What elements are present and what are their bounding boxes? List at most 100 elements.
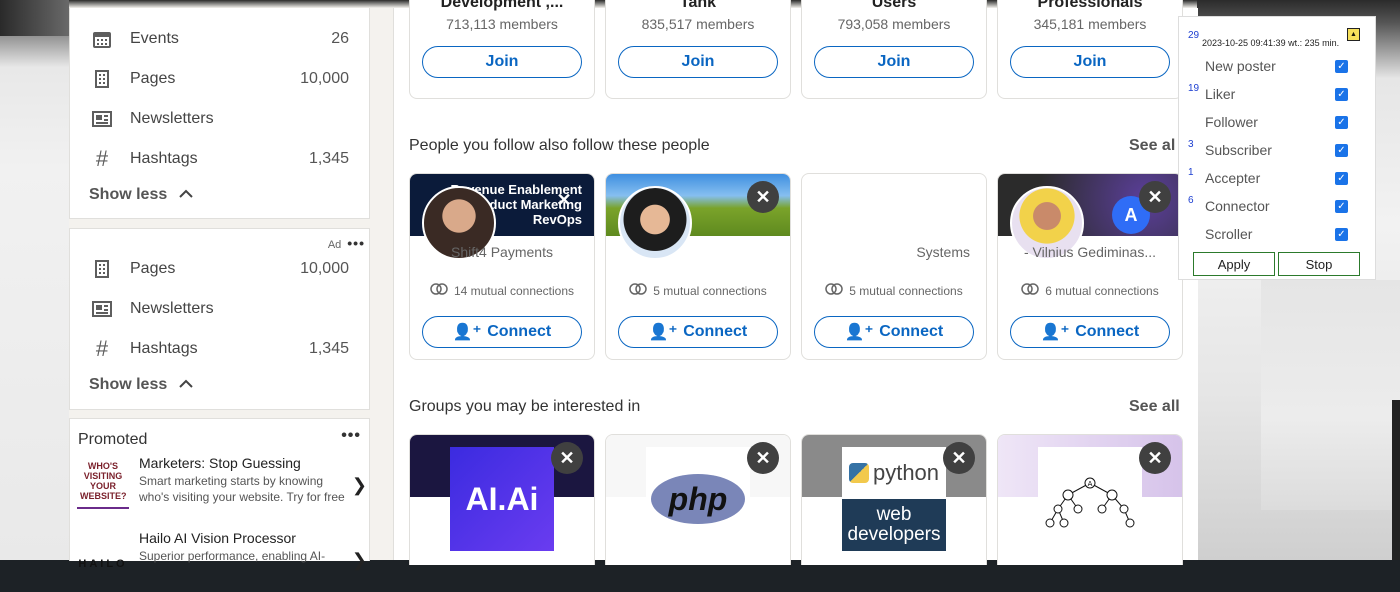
filter-panel: 29 2023-10-25 09:41:39 wt.: 235 min. ▲ 1…: [1178, 16, 1376, 280]
nav-card-top: Events 26 Pages 10,000 Newsletters # Has…: [69, 8, 370, 219]
promo-item[interactable]: WHO'S VISITING YOUR WEBSITE? Marketers: …: [77, 455, 367, 517]
close-icon[interactable]: ✕: [1139, 181, 1171, 213]
close-icon[interactable]: ✕: [747, 181, 779, 213]
mutual-count: 6 mutual connections: [1045, 283, 1159, 298]
promo-logo-text: HAILO: [78, 558, 128, 570]
connect-button[interactable]: 👤⁺ Connect: [814, 316, 974, 348]
nav-item-events[interactable]: Events 26: [70, 19, 369, 59]
join-button[interactable]: Join: [422, 46, 582, 78]
more-options-icon[interactable]: •••: [341, 427, 361, 445]
group-logo-sub: web developers: [842, 499, 946, 551]
join-button[interactable]: Join: [618, 46, 778, 78]
nav-item-label: Pages: [130, 260, 176, 277]
group-card[interactable]: Tank 835,517 members Join: [605, 0, 791, 99]
group-logo-text: python: [872, 460, 940, 485]
person-card[interactable]: Systems 5 mutual connections 👤⁺ Connect: [801, 173, 987, 360]
person-card[interactable]: A ✕ - Vilnius Gediminas... 6 mutual conn…: [997, 173, 1183, 360]
group-card[interactable]: Professionals 345,181 members Join: [997, 0, 1183, 99]
nav-item-count: 10,000: [300, 70, 349, 87]
group-card[interactable]: Development ,... 713,113 members Join: [409, 0, 595, 99]
calendar-icon: [92, 29, 112, 49]
chevron-up-icon: [179, 186, 193, 204]
chevron-right-icon[interactable]: ❯: [352, 475, 367, 496]
option-label: Follower: [1205, 114, 1258, 130]
mutual-connections: 5 mutual connections: [606, 283, 790, 298]
ad-label-row: Ad •••: [70, 235, 365, 251]
close-icon[interactable]: ✕: [747, 442, 779, 474]
connect-button[interactable]: 👤⁺ Connect: [618, 316, 778, 348]
mutual-connections: 5 mutual connections: [802, 283, 986, 298]
promo-desc: Smart marketing starts by knowing who's …: [139, 474, 345, 504]
nav-item-newsletters[interactable]: Newsletters: [70, 289, 369, 329]
person-description: Systems: [916, 244, 970, 260]
close-icon[interactable]: ✕: [1139, 442, 1171, 474]
nav-item-pages[interactable]: Pages 10,000: [70, 249, 369, 289]
panel-counter: 1: [1188, 167, 1194, 178]
see-all-link[interactable]: See al: [1129, 137, 1175, 155]
section-title: People you follow also follow these peop…: [409, 137, 710, 154]
checkbox-scroller[interactable]: ✓: [1335, 228, 1348, 241]
add-person-icon: 👤⁺: [648, 324, 678, 341]
promoted-title: Promoted: [78, 431, 148, 448]
person-description: - Vilnius Gediminas...: [1023, 244, 1156, 260]
connect-label: Connect: [683, 323, 748, 340]
checkbox-follower[interactable]: ✓: [1335, 116, 1348, 129]
connect-button[interactable]: 👤⁺ Connect: [1010, 316, 1170, 348]
stop-button[interactable]: Stop: [1278, 252, 1360, 276]
mutual-count: 5 mutual connections: [849, 283, 963, 298]
left-sidebar: Events 26 Pages 10,000 Newsletters # Has…: [69, 8, 370, 570]
panel-counter: 29: [1188, 30, 1200, 41]
checkbox-subscriber[interactable]: ✓: [1335, 144, 1348, 157]
show-less-button[interactable]: Show less: [89, 376, 193, 394]
mutual-count: 5 mutual connections: [653, 283, 767, 298]
option-label: Accepter: [1205, 170, 1261, 186]
checkbox-connector[interactable]: ✓: [1335, 200, 1348, 213]
close-icon[interactable]: ✕: [943, 442, 975, 474]
nav-item-pages[interactable]: Pages 10,000: [70, 59, 369, 99]
checkbox-accepter[interactable]: ✓: [1335, 172, 1348, 185]
nav-item-hashtags[interactable]: # Hashtags 1,345: [70, 139, 369, 179]
group-card[interactable]: AI.Ai ✕: [409, 434, 595, 565]
avatar[interactable]: [618, 186, 692, 260]
person-description: Shift4 Payments: [451, 244, 553, 260]
close-icon[interactable]: ✕: [551, 442, 583, 474]
group-card[interactable]: A ✕: [997, 434, 1183, 565]
checkbox-liker[interactable]: ✓: [1335, 88, 1348, 101]
group-name: Development ,...: [440, 0, 564, 11]
group-logo-text: A: [1088, 480, 1093, 488]
nav-item-newsletters[interactable]: Newsletters: [70, 99, 369, 139]
mutual-connections-icon: [430, 283, 448, 298]
join-button[interactable]: Join: [1010, 46, 1170, 78]
promo-logo: WHO'S VISITING YOUR WEBSITE?: [77, 455, 129, 509]
promo-logo: HAILO: [77, 530, 129, 582]
chevron-right-icon[interactable]: ❯: [352, 550, 367, 571]
group-card[interactable]: python web developers ✕: [801, 434, 987, 565]
nav-item-label: Hashtags: [130, 150, 198, 167]
checkbox-new-poster[interactable]: ✓: [1335, 60, 1348, 73]
group-members: 345,181 members: [1033, 16, 1147, 32]
group-card[interactable]: Users 793,058 members Join: [801, 0, 987, 99]
hashtag-icon: #: [95, 146, 109, 171]
tree-diagram-icon: A: [1045, 477, 1135, 528]
join-button[interactable]: Join: [814, 46, 974, 78]
show-less-button[interactable]: Show less: [89, 186, 193, 204]
person-card[interactable]: ✕ 5 mutual connections 👤⁺ Connect: [605, 173, 791, 360]
panel-counter: 6: [1188, 195, 1194, 206]
mutual-connections: 6 mutual connections: [998, 283, 1182, 298]
add-person-icon: 👤⁺: [452, 324, 482, 341]
group-logo-text: AI.Ai: [465, 480, 539, 517]
group-card[interactable]: php ✕: [605, 434, 791, 565]
see-all-link[interactable]: See all: [1129, 398, 1180, 416]
promo-item[interactable]: HAILO Hailo AI Vision Processor Superior…: [77, 530, 367, 592]
close-icon[interactable]: ✕: [548, 184, 580, 216]
person-card[interactable]: Revenue Enablement Product Marketing Rev…: [409, 173, 595, 360]
nav-item-hashtags[interactable]: # Hashtags 1,345: [70, 329, 369, 369]
group-name: Users: [871, 0, 917, 11]
connect-button[interactable]: 👤⁺ Connect: [422, 316, 582, 348]
mutual-connections: 14 mutual connections: [410, 283, 594, 298]
nav-item-label: Newsletters: [130, 300, 214, 317]
panel-counter: 19: [1188, 83, 1200, 94]
apply-button[interactable]: Apply: [1193, 252, 1275, 276]
php-oval: php: [651, 474, 745, 524]
collapse-toggle-icon[interactable]: ▲: [1347, 28, 1360, 41]
